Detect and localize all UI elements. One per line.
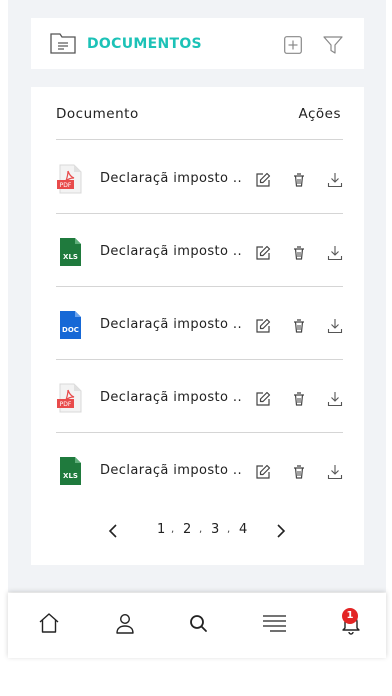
folder-icon: [50, 32, 76, 54]
download-icon[interactable]: [327, 172, 343, 188]
page-separator: ,: [199, 524, 203, 535]
svg-text:XLS: XLS: [63, 253, 78, 261]
home-icon[interactable]: [37, 611, 61, 635]
delete-icon[interactable]: [291, 464, 307, 480]
documents-list: Documento Ações PDF Declaraçã imposto ..…: [31, 87, 364, 565]
xls-file-icon: XLS: [56, 237, 84, 267]
documents-header: DOCUMENTOS: [31, 18, 364, 69]
edit-icon[interactable]: [255, 391, 271, 407]
user-icon[interactable]: [113, 611, 137, 635]
column-header-actions: Ações: [298, 106, 341, 122]
page-link-4[interactable]: 4: [239, 522, 247, 537]
download-icon[interactable]: [327, 464, 343, 480]
download-icon[interactable]: [327, 391, 343, 407]
doc-file-icon: DOC: [56, 310, 84, 340]
download-icon[interactable]: [327, 318, 343, 334]
table-row[interactable]: XLS Declaraçã imposto ..: [56, 214, 343, 287]
edit-icon[interactable]: [255, 464, 271, 480]
page-link-3[interactable]: 3: [211, 522, 219, 537]
page-link-2[interactable]: 2: [183, 522, 191, 537]
page-separator: ,: [171, 524, 175, 535]
bottom-nav: [8, 593, 386, 658]
table-row[interactable]: PDF Declaraçã imposto ..: [56, 141, 343, 214]
page-link-1[interactable]: 1: [157, 522, 165, 537]
add-icon[interactable]: [284, 36, 302, 54]
document-name[interactable]: Declaraçã imposto ..: [100, 244, 242, 259]
download-icon[interactable]: [327, 245, 343, 261]
delete-icon[interactable]: [291, 391, 307, 407]
document-name[interactable]: Declaraçã imposto ..: [100, 317, 242, 332]
edit-icon[interactable]: [255, 245, 271, 261]
svg-text:DOC: DOC: [62, 326, 79, 334]
edit-icon[interactable]: [255, 172, 271, 188]
menu-icon[interactable]: [262, 611, 286, 635]
svg-text:PDF: PDF: [60, 182, 72, 189]
document-name[interactable]: Declaraçã imposto ..: [100, 463, 242, 478]
delete-icon[interactable]: [291, 172, 307, 188]
pagination: 1 , 2 , 3 , 4: [31, 521, 364, 541]
xls-file-icon: XLS: [56, 456, 84, 486]
table-row[interactable]: XLS Declaraçã imposto ..: [56, 433, 343, 506]
svg-text:PDF: PDF: [60, 401, 72, 408]
search-icon[interactable]: [186, 611, 210, 635]
page-separator: ,: [227, 524, 231, 535]
edit-icon[interactable]: [255, 318, 271, 334]
svg-text:XLS: XLS: [63, 472, 78, 480]
column-header-document: Documento: [56, 106, 139, 122]
table-row[interactable]: PDF Declaraçã imposto ..: [56, 360, 343, 433]
document-name[interactable]: Declaraçã imposto ..: [100, 390, 242, 405]
table-row[interactable]: DOC Declaraçã imposto ..: [56, 287, 343, 360]
pdf-file-icon: PDF: [56, 164, 84, 194]
filter-icon[interactable]: [323, 36, 343, 54]
page-title: DOCUMENTOS: [87, 36, 202, 52]
chevron-right-icon[interactable]: [275, 523, 287, 539]
notification-badge: 1: [342, 608, 358, 624]
chevron-left-icon[interactable]: [107, 523, 119, 539]
header-divider: [56, 139, 343, 140]
document-name[interactable]: Declaraçã imposto ..: [100, 171, 242, 186]
pdf-file-icon: PDF: [56, 383, 84, 413]
delete-icon[interactable]: [291, 318, 307, 334]
delete-icon[interactable]: [291, 245, 307, 261]
